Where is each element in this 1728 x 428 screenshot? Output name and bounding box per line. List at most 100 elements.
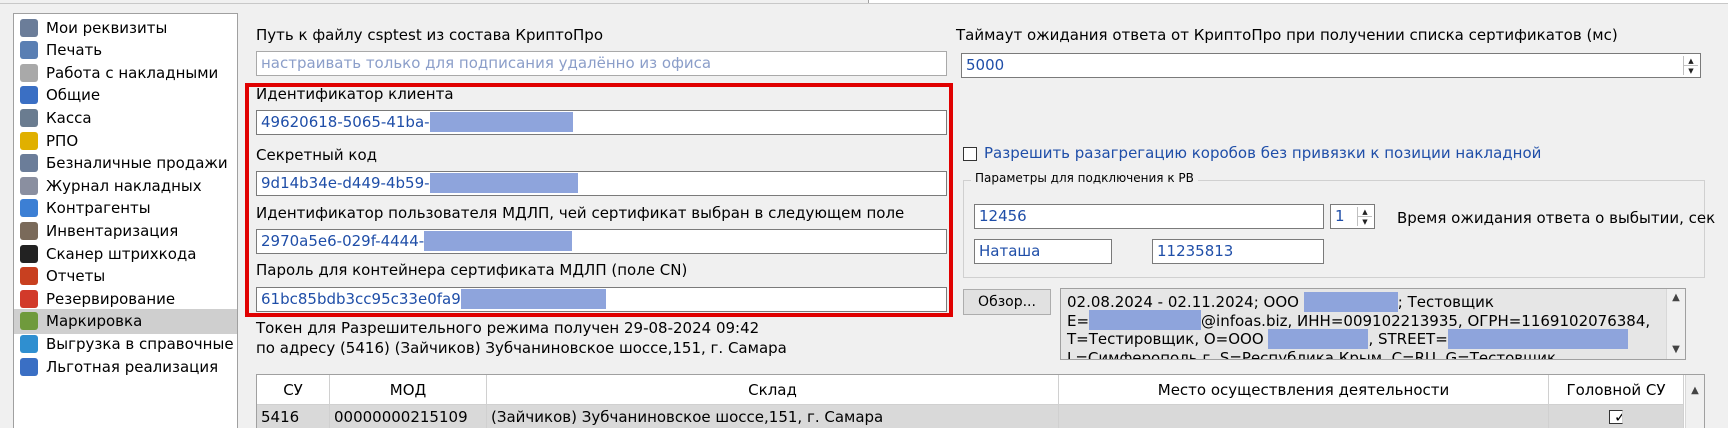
contacts-icon bbox=[20, 199, 38, 218]
sidebar-item[interactable]: Льготная реализация bbox=[14, 354, 237, 379]
column-header-mod[interactable]: МОД bbox=[330, 375, 487, 405]
sidebar-item[interactable]: Маркировка bbox=[14, 308, 237, 334]
redacted-block bbox=[1089, 310, 1202, 330]
cell-mod: 00000000215109 bbox=[330, 405, 487, 428]
gear-icon bbox=[20, 154, 38, 173]
table-header: СУ МОД Склад Место осуществления деятель… bbox=[257, 375, 1684, 405]
spin-up-icon[interactable]: ▲ bbox=[1684, 56, 1698, 65]
browse-button[interactable]: Обзор... bbox=[963, 289, 1051, 315]
barcode-icon bbox=[20, 244, 38, 263]
container-pass-input[interactable]: 61bc85bdb3cc95c33e0fa9 bbox=[256, 287, 947, 312]
su-table: СУ МОД Склад Место осуществления деятель… bbox=[256, 374, 1705, 428]
sidebar-item-label: Контрагенты bbox=[46, 199, 151, 218]
printer-icon bbox=[20, 41, 38, 60]
redacted-block bbox=[429, 111, 573, 132]
sidebar-item-label: Журнал накладных bbox=[46, 176, 202, 195]
rv-user-input[interactable]: Наташа bbox=[974, 239, 1112, 264]
cert-line-1: 02.08.2024 - 02.11.2024; ООО ; Тестовщик bbox=[1067, 291, 1679, 312]
rv-wait-value: 1 bbox=[1335, 207, 1345, 225]
sidebar-item[interactable]: Касса bbox=[14, 105, 237, 130]
csptest-path-input[interactable]: настраивать только для подписания удалён… bbox=[256, 51, 947, 76]
sidebar-item[interactable]: Общие bbox=[14, 83, 237, 108]
table-row[interactable]: 5416 00000000215109 (Зайчиков) Зубчанино… bbox=[257, 405, 1684, 428]
cert-text: 02.08.2024 - 02.11.2024; ООО bbox=[1067, 293, 1299, 311]
sidebar-item[interactable]: Выгрузка в справочные bbox=[14, 331, 237, 356]
rv-code-input[interactable]: 11235813 bbox=[1152, 239, 1324, 264]
timeout-label: Таймаут ожидания ответа от КриптоПро при… bbox=[956, 26, 1618, 44]
inventory-icon bbox=[20, 221, 38, 240]
redacted-block bbox=[460, 288, 606, 309]
column-header-place[interactable]: Место осуществления деятельности bbox=[1059, 375, 1549, 405]
cert-line-4: L=Симферополь г, S=Республика Крым, C=RU… bbox=[1067, 348, 1557, 360]
sidebar-item-label: РПО bbox=[46, 131, 79, 150]
spin-down-icon[interactable]: ▼ bbox=[1684, 65, 1698, 75]
document-icon bbox=[20, 63, 38, 82]
sidebar-item[interactable]: Безналичные продажи bbox=[14, 151, 237, 176]
container-pass-label: Пароль для контейнера сертификата МДЛП (… bbox=[256, 261, 688, 279]
sidebar-item-label: Отчеты bbox=[46, 267, 106, 286]
rv-group-title: Параметры для подключения к РВ bbox=[971, 171, 1198, 185]
cert-text: , STREET= bbox=[1368, 330, 1448, 348]
sidebar-item[interactable]: Резервирование bbox=[14, 286, 237, 311]
sidebar-item-label: Льготная реализация bbox=[46, 357, 219, 376]
sidebar-item[interactable]: Журнал накладных bbox=[14, 173, 237, 198]
rv-wait-spinner[interactable]: ▲ ▼ bbox=[1357, 207, 1372, 226]
scroll-up-icon[interactable]: ▲ bbox=[1686, 381, 1704, 399]
column-header-su[interactable]: СУ bbox=[257, 375, 330, 405]
spin-up-icon[interactable]: ▲ bbox=[1358, 207, 1372, 216]
sidebar-item-label: Безналичные продажи bbox=[46, 154, 228, 173]
top-panel-edge bbox=[868, 0, 1728, 3]
secret-input[interactable]: 9d14b34e-d449-4b59- bbox=[256, 171, 947, 196]
client-id-label: Идентификатор клиента bbox=[256, 85, 454, 103]
redacted-block bbox=[429, 172, 578, 193]
cert-text: @infoas.biz, ИНН=009102213935, ОГРН=1169… bbox=[1201, 311, 1651, 330]
sidebar-item-label: Маркировка bbox=[46, 312, 143, 331]
sidebar-item[interactable]: РПО bbox=[14, 128, 237, 153]
mdlp-user-input[interactable]: 2970a5e6-029f-4444- bbox=[256, 229, 947, 254]
sidebar-item[interactable]: Печать bbox=[14, 38, 237, 63]
client-id-value: 49620618-5065-41ba- bbox=[261, 113, 430, 131]
gear-icon bbox=[20, 18, 38, 37]
envelope-icon bbox=[20, 131, 38, 150]
redacted-block bbox=[1303, 291, 1398, 312]
disaggregation-checkbox[interactable] bbox=[963, 147, 977, 161]
sidebar-item[interactable]: Сканер штрихкода bbox=[14, 241, 237, 266]
sidebar-item-label: Сканер штрихкода bbox=[46, 244, 197, 263]
cell-head-su: ✓ bbox=[1549, 405, 1684, 428]
head-su-checkbox[interactable]: ✓ bbox=[1609, 409, 1623, 424]
folder-icon bbox=[20, 357, 38, 376]
cert-text: ; Тестовщик bbox=[1397, 293, 1494, 311]
cell-su: 5416 bbox=[257, 405, 330, 428]
sidebar-item-label: Инвентаризация bbox=[46, 221, 179, 240]
rv-address-input[interactable]: 12456 bbox=[974, 204, 1324, 229]
column-header-sklad[interactable]: Склад bbox=[487, 375, 1059, 405]
spin-down-icon[interactable]: ▼ bbox=[1358, 216, 1372, 226]
mdlp-user-value: 2970a5e6-029f-4444- bbox=[261, 232, 425, 250]
sidebar-item[interactable]: Отчеты bbox=[14, 264, 237, 289]
timeout-input[interactable]: 5000 ▲ ▼ bbox=[961, 53, 1701, 78]
scroll-down-icon[interactable]: ▼ bbox=[1667, 341, 1685, 359]
rv-wait-stepper[interactable]: 1 ▲ ▼ bbox=[1330, 204, 1375, 229]
table-scrollbar[interactable]: ▲ bbox=[1685, 375, 1704, 428]
disaggregation-label[interactable]: Разрешить разагрегацию коробов без привя… bbox=[984, 144, 1541, 162]
sidebar-item[interactable]: Мои реквизиты bbox=[14, 15, 237, 40]
journal-icon bbox=[20, 176, 38, 195]
rv-wait-label: Время ожидания ответа о выбытии, сек bbox=[1397, 209, 1716, 227]
sidebar-item-label: Общие bbox=[46, 86, 101, 105]
tag-icon bbox=[20, 312, 38, 331]
sidebar-item[interactable]: Работа с накладными bbox=[14, 60, 237, 85]
sidebar-item[interactable]: Инвентаризация bbox=[14, 218, 237, 243]
timeout-value: 5000 bbox=[966, 56, 1005, 74]
column-header-head-su[interactable]: Головной СУ bbox=[1549, 375, 1684, 405]
scroll-up-icon[interactable]: ▲ bbox=[1667, 289, 1685, 307]
sidebar-item-label: Резервирование bbox=[46, 289, 176, 308]
sidebar-item[interactable]: Контрагенты bbox=[14, 196, 237, 221]
certificate-memo[interactable]: 02.08.2024 - 02.11.2024; ООО ; Тестовщик… bbox=[1060, 288, 1686, 360]
timeout-spinner[interactable]: ▲ ▼ bbox=[1683, 56, 1698, 75]
memo-scrollbar[interactable]: ▲ ▼ bbox=[1666, 289, 1685, 359]
cell-sklad: (Зайчиков) Зубчаниновское шоссе,151, г. … bbox=[487, 405, 1059, 428]
redacted-block bbox=[1268, 328, 1369, 349]
sidebar-item-label: Касса bbox=[46, 108, 92, 127]
client-id-input[interactable]: 49620618-5065-41ba- bbox=[256, 110, 947, 135]
redacted-block bbox=[1447, 328, 1628, 349]
